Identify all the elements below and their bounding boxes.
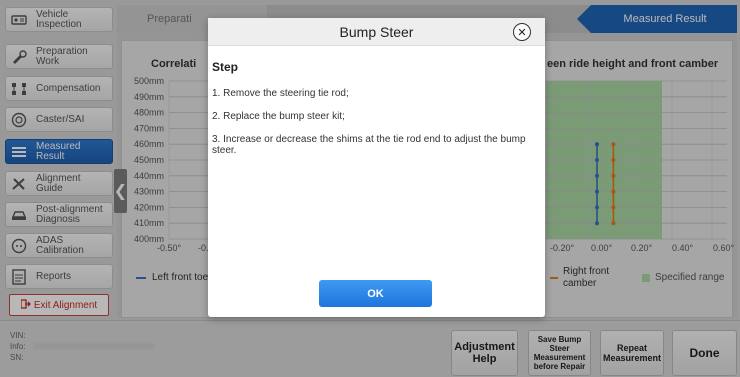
bump-steer-dialog: Bump Steer ✕ Step 1. Remove the steering… bbox=[208, 18, 545, 317]
close-button[interactable]: ✕ bbox=[513, 23, 531, 41]
dialog-header: Bump Steer ✕ bbox=[208, 18, 545, 46]
step-3: 3. Increase or decrease the shims at the… bbox=[212, 134, 526, 156]
step-heading: Step bbox=[212, 60, 239, 74]
dialog-title: Bump Steer bbox=[339, 24, 414, 40]
step-1: 1. Remove the steering tie rod; bbox=[212, 88, 349, 99]
ok-button[interactable]: OK bbox=[319, 280, 432, 307]
step-2: 2. Replace the bump steer kit; bbox=[212, 111, 345, 122]
close-icon: ✕ bbox=[517, 26, 527, 39]
